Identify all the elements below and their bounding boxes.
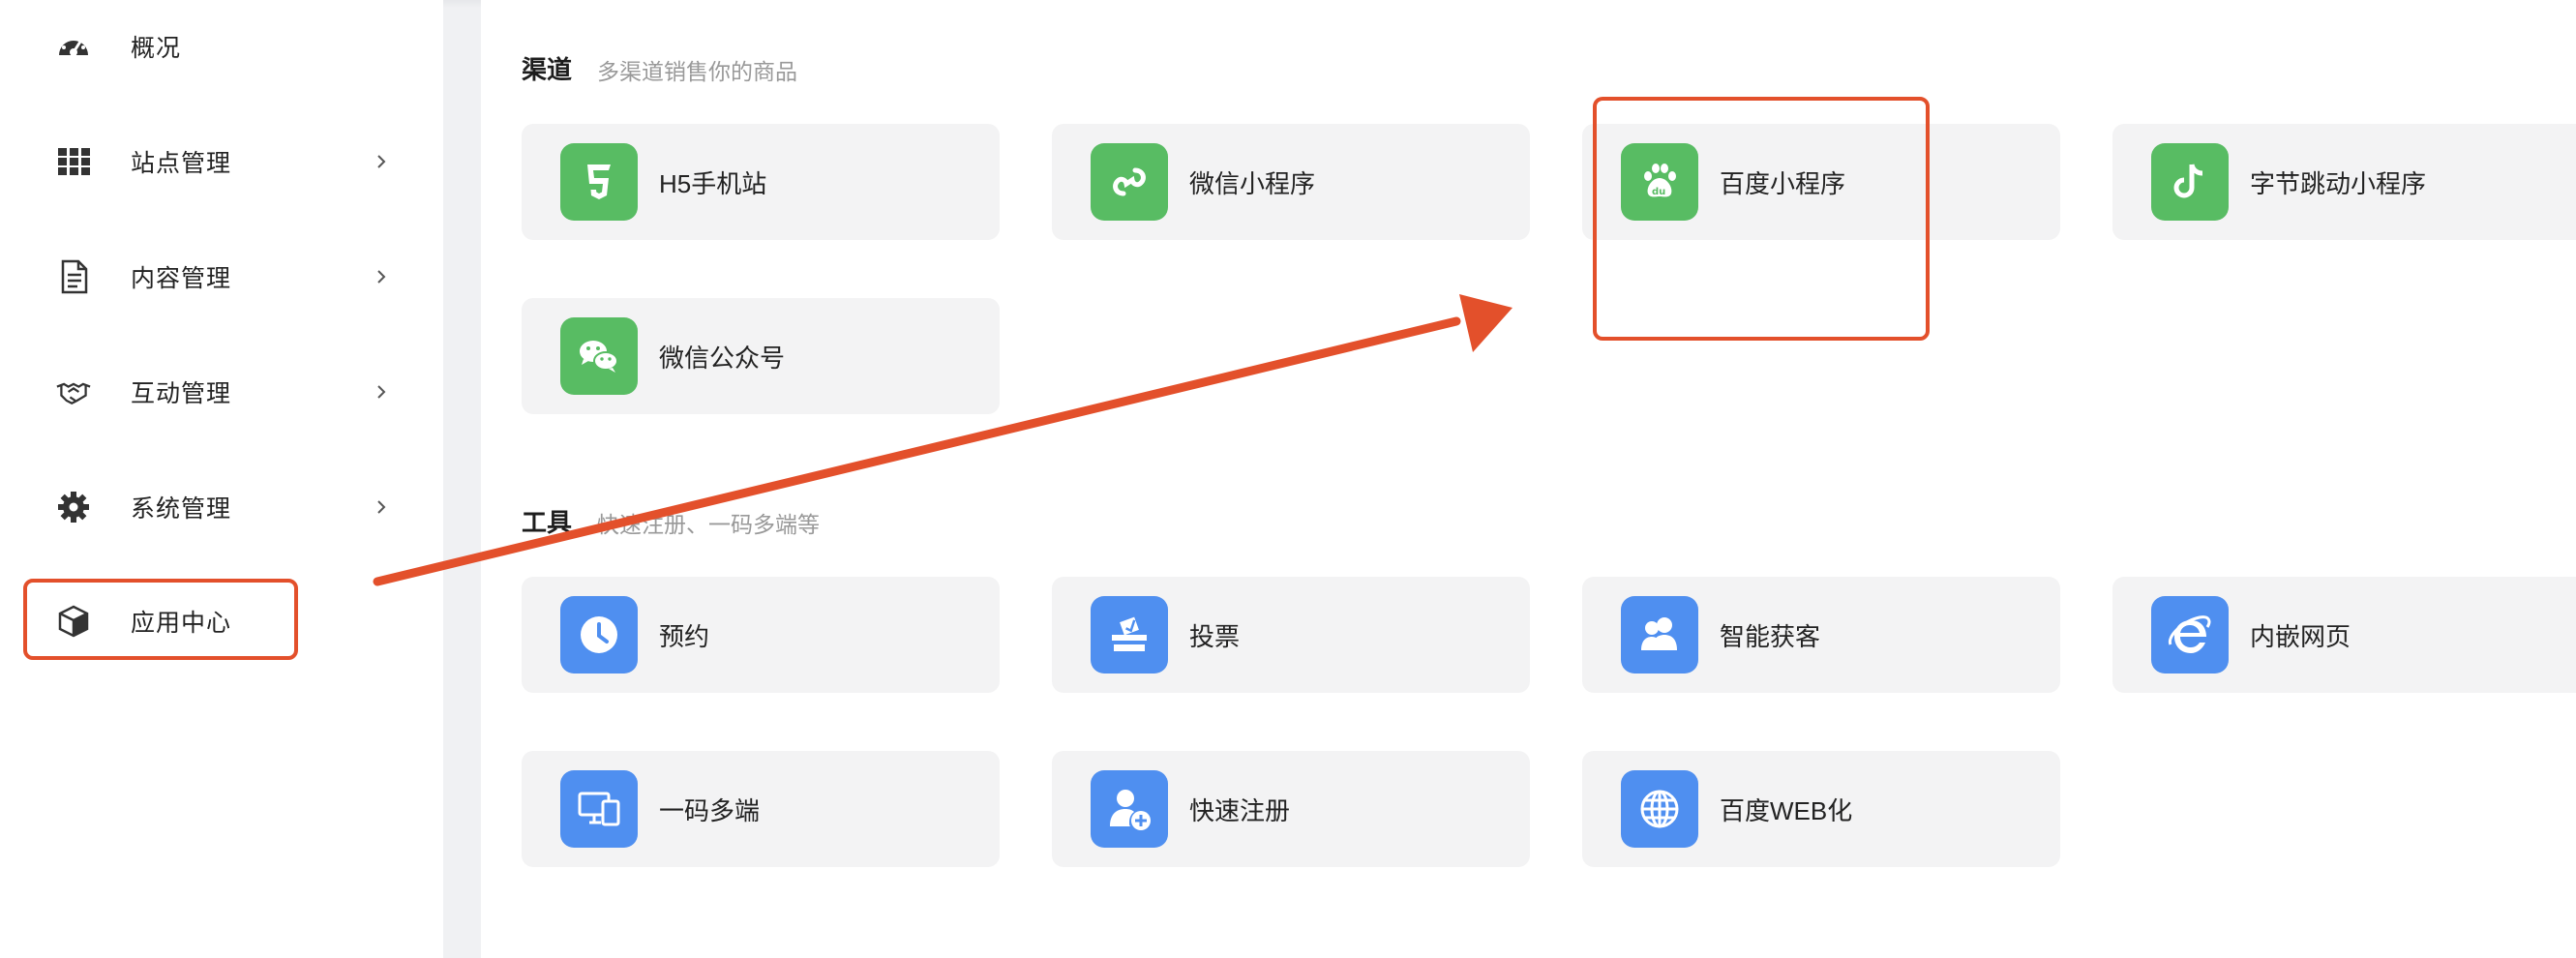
card-label: 一码多端 <box>659 795 761 825</box>
handshake-icon <box>54 373 93 411</box>
gear-icon <box>54 488 93 526</box>
card-label: 投票 <box>1189 621 1241 651</box>
sidebar: 概况 站点管理 内容管理 互动管理 系统管理 应用中心 <box>0 0 443 958</box>
globe-icon <box>1621 770 1698 848</box>
chevron-right-icon <box>372 497 391 517</box>
card-label: 智能获客 <box>1720 621 1821 651</box>
card-label: 内嵌网页 <box>2250 621 2351 651</box>
sidebar-item-label: 互动管理 <box>131 380 232 407</box>
sidebar-item-interaction-management[interactable]: 互动管理 <box>0 355 443 429</box>
section-title-tools: 工具 <box>522 508 573 537</box>
sidebar-item-label: 系统管理 <box>131 495 232 523</box>
card-label: 预约 <box>659 621 710 651</box>
grid-icon <box>54 142 93 181</box>
sidebar-item-system-management[interactable]: 系统管理 <box>0 470 443 544</box>
card-baidu-web[interactable]: 百度WEB化 <box>1582 751 2060 867</box>
html5-icon <box>560 143 638 221</box>
sidebar-item-label: 站点管理 <box>131 150 232 177</box>
users-icon <box>1621 596 1698 674</box>
devices-icon <box>560 770 638 848</box>
card-label: 微信小程序 <box>1189 168 1316 198</box>
ie-browser-icon <box>2151 596 2229 674</box>
card-label: 百度WEB化 <box>1720 795 1853 825</box>
chevron-right-icon <box>372 152 391 171</box>
card-label: H5手机站 <box>659 168 767 198</box>
card-label: 字节跳动小程序 <box>2250 168 2427 198</box>
clock-icon <box>560 596 638 674</box>
card-baidu-miniprogram[interactable]: du 百度小程序 <box>1582 124 2060 240</box>
card-embedded-webpage[interactable]: 内嵌网页 <box>2112 577 2576 693</box>
card-vote[interactable]: 投票 <box>1052 577 1530 693</box>
dashboard-icon <box>54 27 93 66</box>
wechat-chat-icon <box>560 317 638 395</box>
baidu-paw-icon: du <box>1621 143 1698 221</box>
document-icon <box>54 257 93 296</box>
sidebar-item-site-management[interactable]: 站点管理 <box>0 125 443 198</box>
card-label: 百度小程序 <box>1720 168 1846 198</box>
card-wechat-official-account[interactable]: 微信公众号 <box>522 298 1000 414</box>
card-one-code-multi-end[interactable]: 一码多端 <box>522 751 1000 867</box>
wechat-miniprogram-icon <box>1091 143 1168 221</box>
main-panel: 渠道 多渠道销售你的商品 H5手机站 微信小程序 du 百度小程序 字节跳动小程… <box>481 0 2576 958</box>
card-smart-acquisition[interactable]: 智能获客 <box>1582 577 2060 693</box>
card-h5-site[interactable]: H5手机站 <box>522 124 1000 240</box>
card-appointment[interactable]: 预约 <box>522 577 1000 693</box>
section-subtitle-tools: 快速注册、一码多端等 <box>597 512 820 537</box>
section-title-channels: 渠道 <box>522 55 573 84</box>
sidebar-item-label: 内容管理 <box>131 265 232 292</box>
card-label: 快速注册 <box>1189 795 1291 825</box>
card-label: 微信公众号 <box>659 343 786 373</box>
cube-icon <box>54 602 93 641</box>
svg-text:du: du <box>1652 187 1665 197</box>
chevron-right-icon <box>372 267 391 286</box>
chevron-right-icon <box>372 382 391 402</box>
card-bytedance-miniprogram[interactable]: 字节跳动小程序 <box>2112 124 2576 240</box>
card-wechat-miniprogram[interactable]: 微信小程序 <box>1052 124 1530 240</box>
tiktok-note-icon <box>2151 143 2229 221</box>
sidebar-item-overview[interactable]: 概况 <box>0 10 443 83</box>
section-subtitle-channels: 多渠道销售你的商品 <box>597 59 797 84</box>
sidebar-item-content-management[interactable]: 内容管理 <box>0 240 443 314</box>
sidebar-item-app-center[interactable]: 应用中心 <box>0 584 443 658</box>
sidebar-item-label: 概况 <box>131 35 182 62</box>
ballot-box-icon <box>1091 596 1168 674</box>
sidebar-item-label: 应用中心 <box>131 610 232 637</box>
add-user-icon <box>1091 770 1168 848</box>
card-quick-register[interactable]: 快速注册 <box>1052 751 1530 867</box>
